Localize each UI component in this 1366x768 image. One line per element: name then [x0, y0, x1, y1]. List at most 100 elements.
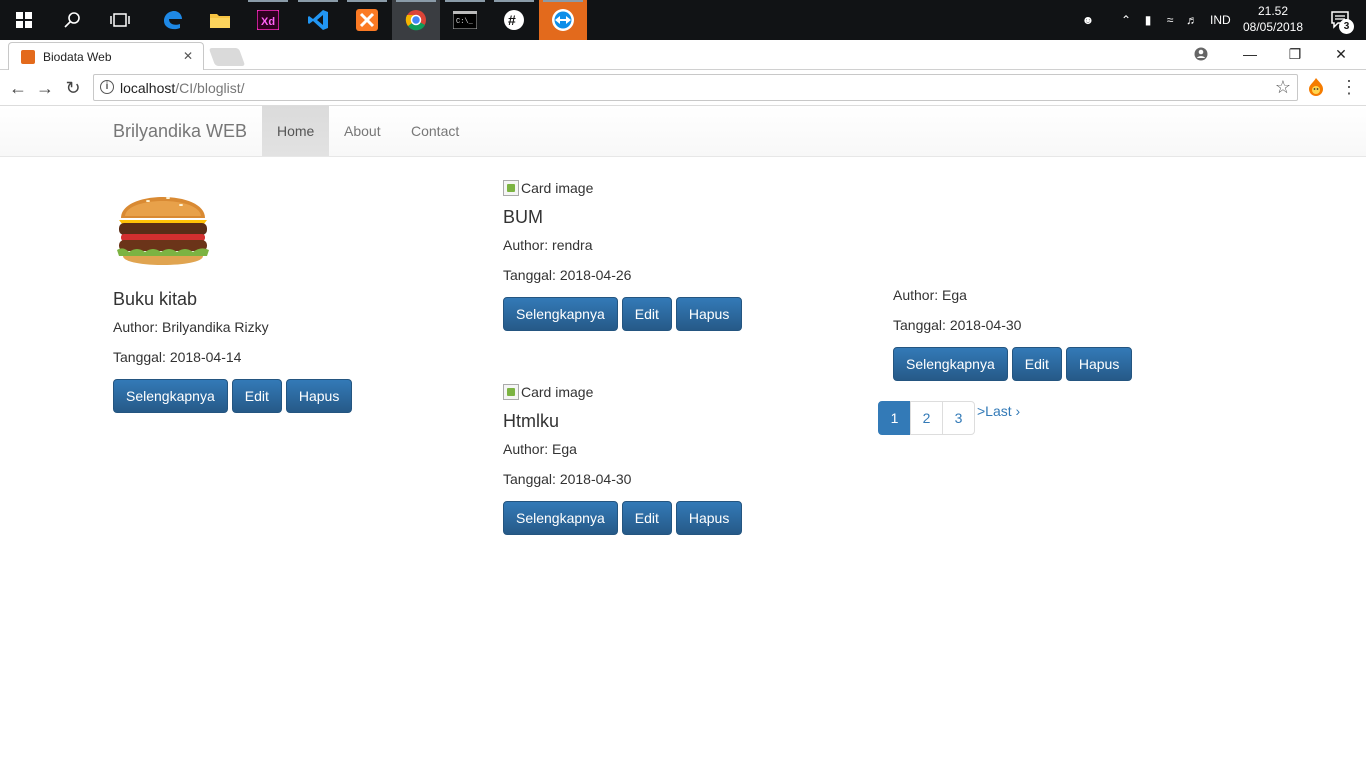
post-author: Author: Ega — [503, 441, 577, 457]
system-tray: ☻ ⌃ ▮ ≈ ♬ IND — [1078, 0, 1231, 40]
minimize-button[interactable]: — — [1227, 40, 1273, 68]
post-title: BUM — [503, 207, 543, 227]
edit-button[interactable]: Edit — [231, 379, 282, 413]
taskbar-file-explorer[interactable] — [196, 0, 244, 40]
page-link-last[interactable]: >Last › — [977, 403, 1020, 419]
edit-button[interactable]: Edit — [621, 501, 672, 535]
notification-count-badge: 3 — [1339, 19, 1354, 34]
back-button[interactable]: ← — [6, 76, 30, 100]
teamviewer-icon — [552, 9, 574, 31]
address-bar[interactable]: i localhost/CI/bloglist/ ☆ — [93, 74, 1298, 101]
post-actions: Selengkapnya Edit Hapus — [113, 379, 473, 413]
start-button[interactable] — [0, 0, 48, 40]
clock-time: 21.52 — [1257, 4, 1289, 18]
post-actions: Selengkapnya Edit Hapus — [503, 297, 863, 331]
read-more-button[interactable]: Selengkapnya — [893, 347, 1008, 381]
broken-image-icon — [503, 384, 519, 400]
card-image: Card image — [503, 383, 863, 401]
terminal-icon: C:\_ — [453, 11, 477, 29]
post-author: Author: Ega — [893, 287, 967, 303]
taskbar-teamviewer[interactable] — [539, 0, 587, 40]
site-navbar: Brilyandika WEB Home About Contact — [0, 106, 1366, 157]
search-icon — [64, 12, 80, 28]
taskbar-slack[interactable]: # — [490, 0, 538, 40]
card-image: Card image — [503, 179, 863, 197]
extension-icon[interactable] — [1306, 77, 1326, 97]
post-date: Tanggal: 2018-04-26 — [503, 267, 632, 283]
taskbar-chrome[interactable] — [392, 0, 440, 40]
new-tab-button[interactable] — [208, 48, 246, 66]
svg-text:Xd: Xd — [261, 16, 275, 28]
read-more-button[interactable]: Selengkapnya — [503, 297, 618, 331]
bookmark-star-icon[interactable]: ☆ — [1275, 77, 1291, 98]
read-more-button[interactable]: Selengkapnya — [113, 379, 228, 413]
clock[interactable]: 21.52 08/05/2018 — [1238, 3, 1308, 35]
chevron-up-icon[interactable]: ⌃ — [1116, 13, 1136, 27]
chrome-icon — [405, 10, 426, 31]
delete-button[interactable]: Hapus — [675, 297, 743, 331]
edit-button[interactable]: Edit — [621, 297, 672, 331]
xampp-icon — [356, 9, 378, 31]
site-info-icon[interactable]: i — [100, 80, 114, 94]
navbar-brand[interactable]: Brilyandika WEB — [113, 121, 247, 142]
post-title: Buku kitab — [113, 289, 198, 309]
forward-button[interactable]: → — [33, 76, 57, 100]
browser-tab-strip: Biodata Web ✕ — [0, 40, 1366, 70]
burger-image — [117, 197, 209, 265]
nav-home[interactable]: Home — [262, 106, 330, 156]
svg-text:#: # — [508, 12, 516, 28]
volume-icon[interactable]: ♬ — [1182, 13, 1202, 27]
windows-taskbar: Xd C:\_ # ☻ ⌃ ▮ ≈ ♬ IND 21.52 08/05/2018… — [0, 0, 1366, 40]
edge-icon — [164, 11, 182, 30]
page-link-2[interactable]: 2 — [910, 401, 943, 435]
read-more-button[interactable]: Selengkapnya — [503, 501, 618, 535]
pagination: 1 2 3 >Last › — [878, 401, 1020, 435]
close-window-button[interactable]: ✕ — [1318, 40, 1364, 68]
language-indicator[interactable]: IND — [1210, 13, 1231, 27]
browser-menu-icon[interactable]: ⋮ — [1340, 76, 1358, 98]
profile-icon[interactable] — [1178, 40, 1224, 68]
user-icon — [1194, 47, 1208, 61]
taskbar-vscode[interactable] — [294, 0, 342, 40]
taskbar-adobe-xd[interactable]: Xd — [244, 0, 292, 40]
post-date: Tanggal: 2018-04-30 — [503, 471, 632, 487]
edit-button[interactable]: Edit — [1011, 347, 1062, 381]
reload-button[interactable]: ↻ — [61, 76, 85, 100]
post-title: Htmlku — [503, 411, 560, 431]
delete-button[interactable]: Hapus — [675, 501, 743, 535]
vscode-icon — [308, 10, 328, 30]
taskbar-edge[interactable] — [148, 0, 196, 40]
nav-about[interactable]: About — [329, 106, 396, 156]
wifi-icon[interactable]: ≈ — [1160, 13, 1180, 27]
search-button[interactable] — [48, 0, 96, 40]
clock-date: 08/05/2018 — [1242, 20, 1304, 34]
people-icon[interactable]: ☻ — [1078, 13, 1098, 27]
taskbar-terminal[interactable]: C:\_ — [441, 0, 489, 40]
broken-image-icon — [503, 180, 519, 196]
taskbar-xampp[interactable] — [343, 0, 391, 40]
post-author: Author: rendra — [503, 237, 593, 253]
post-actions: Selengkapnya Edit Hapus — [893, 347, 1253, 381]
url-path: /CI/bloglist/ — [175, 80, 245, 96]
post-card: Card image Htmlku Author: Ega Tanggal: 2… — [503, 383, 863, 535]
browser-tab-active[interactable]: Biodata Web ✕ — [8, 42, 204, 70]
post-card: Author: Ega Tanggal: 2018-04-30 Selengka… — [893, 287, 1253, 381]
post-actions: Selengkapnya Edit Hapus — [503, 501, 863, 535]
restore-button[interactable]: ❐ — [1272, 40, 1318, 68]
post-date: Tanggal: 2018-04-14 — [113, 349, 242, 365]
task-view-button[interactable] — [96, 0, 144, 40]
card-image-alt: Card image — [521, 384, 594, 400]
tab-close-icon[interactable]: ✕ — [183, 49, 193, 63]
nav-contact[interactable]: Contact — [396, 106, 474, 156]
delete-button[interactable]: Hapus — [1065, 347, 1133, 381]
delete-button[interactable]: Hapus — [285, 379, 353, 413]
url-host: localhost — [120, 80, 176, 96]
post-author: Author: Brilyandika Rizky — [113, 319, 269, 335]
post-card: Card image BUM Author: rendra Tanggal: 2… — [503, 179, 863, 331]
page-link-1[interactable]: 1 — [878, 401, 911, 435]
adobe-xd-icon: Xd — [257, 10, 279, 30]
task-view-icon — [110, 13, 130, 27]
battery-icon[interactable]: ▮ — [1138, 13, 1158, 27]
page-link-3[interactable]: 3 — [942, 401, 975, 435]
post-date: Tanggal: 2018-04-30 — [893, 317, 1022, 333]
